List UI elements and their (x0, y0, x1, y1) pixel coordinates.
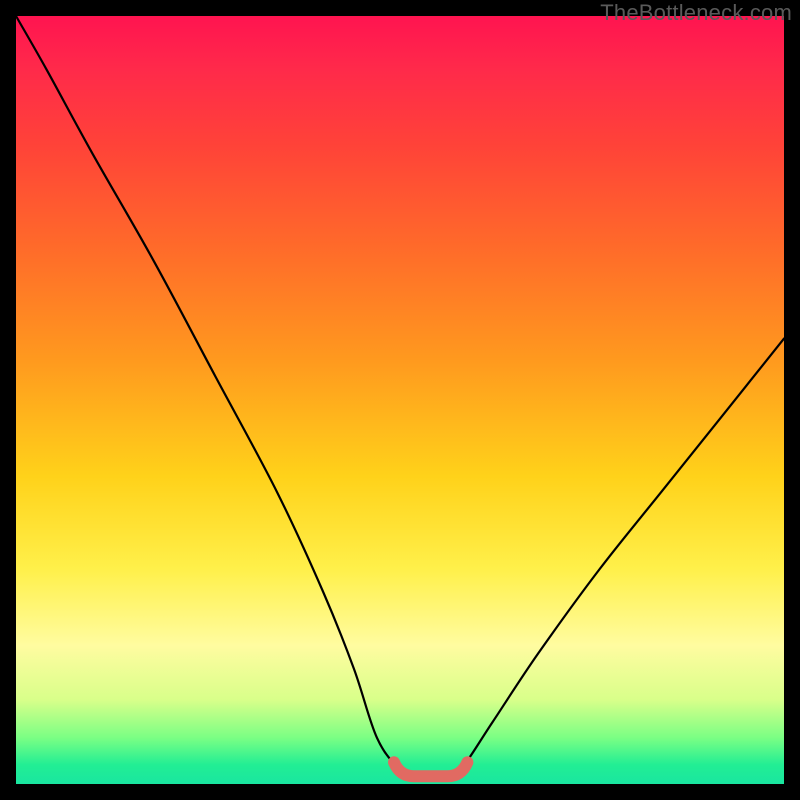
plot-area (16, 16, 784, 784)
watermark-text: TheBottleneck.com (600, 0, 792, 26)
bottleneck-curve-svg (16, 16, 784, 784)
chart-frame: TheBottleneck.com (0, 0, 800, 800)
bottleneck-curve (16, 16, 784, 777)
optimal-region-highlight (394, 762, 467, 776)
